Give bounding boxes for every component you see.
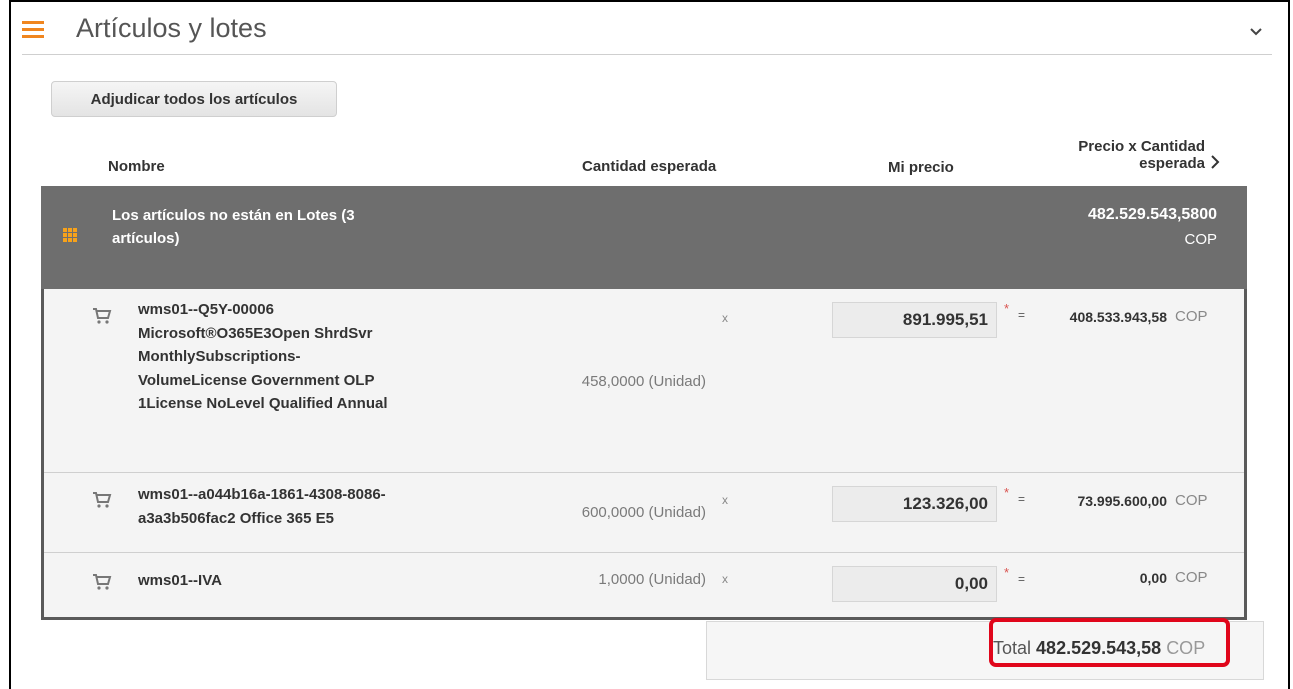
cart-icon [93, 308, 112, 324]
chevron-down-icon[interactable] [1250, 26, 1262, 38]
item-name: wms01--Q5Y-00006 Microsoft®O365E3Open Sh… [138, 298, 388, 416]
item-name-line: a3a3b506fac2 Office 365 E5 [138, 509, 334, 527]
column-header-expected-qty: Cantidad esperada [582, 158, 717, 175]
item-name-line: 1License NoLevel Qualified Annual [138, 395, 388, 412]
line-currency: COP [1175, 492, 1208, 509]
item-qty: 458,0000 (Unidad) [581, 373, 706, 390]
table-row: wms01--IVA 1,0000 (Unidad) x 0,00 * = 0,… [44, 553, 1244, 617]
column-header-price-x-qty[interactable]: Precio x Cantidad esperada [1040, 138, 1220, 172]
section-header[interactable]: Artículos y lotes [22, 13, 1272, 55]
item-name: wms01--IVA [138, 569, 222, 593]
column-header-price-x-qty-line2: esperada [1139, 155, 1205, 172]
grid-icon [63, 228, 77, 242]
column-header-name: Nombre [108, 158, 165, 175]
line-total: 408.533.943,58 [1069, 309, 1167, 325]
times-sign: x [722, 493, 728, 507]
group-currency: COP [1184, 231, 1217, 248]
item-name-line: Microsoft®O365E3Open ShrdSvr [138, 324, 373, 342]
table-row: wms01--Q5Y-00006 Microsoft®O365E3Open Sh… [44, 289, 1244, 473]
group-label: Los artículos no están en Lotes (3 artíc… [112, 204, 412, 250]
table-row: wms01--a044b16a-1861-4308-8086- a3a3b506… [44, 473, 1244, 553]
times-sign: x [722, 311, 728, 325]
list-icon [22, 19, 48, 39]
group-label-line2: artículos) [112, 230, 180, 247]
item-name: wms01--a044b16a-1861-4308-8086- a3a3b506… [138, 483, 386, 530]
item-name-line: MonthlySubscriptions- [138, 348, 301, 365]
line-currency: COP [1175, 569, 1208, 586]
chevron-right-icon[interactable] [1210, 155, 1220, 169]
award-all-button[interactable]: Adjudicar todos los artículos [51, 81, 337, 117]
section-title: Artículos y lotes [76, 13, 267, 43]
item-name-line: wms01--IVA [138, 572, 222, 589]
item-name-line: wms01--Q5Y-00006 [138, 301, 274, 318]
line-total: 73.995.600,00 [1077, 493, 1167, 509]
item-name-line: wms01--a044b16a-1861-4308-8086- [138, 486, 386, 503]
times-sign: x [722, 572, 728, 586]
group-label-line1: Los artículos no están en Lotes (3 [112, 207, 355, 224]
line-total: 0,00 [1139, 570, 1167, 586]
item-qty: 1,0000 (Unidad) [598, 571, 706, 588]
group-row-no-lots[interactable]: Los artículos no están en Lotes (3 artíc… [41, 186, 1247, 289]
item-qty: 600,0000 (Unidad) [581, 504, 706, 521]
group-amount: 482.529.543,5800 [1087, 206, 1217, 223]
item-name-line: VolumeLicense Government OLP [138, 371, 375, 389]
cart-icon [93, 492, 112, 508]
column-header-price-x-qty-line1: Precio x Cantidad [1078, 138, 1205, 155]
cart-icon [93, 574, 112, 590]
line-currency: COP [1175, 308, 1208, 325]
column-header-my-price: Mi precio [888, 159, 954, 176]
highlight-box [989, 618, 1230, 667]
